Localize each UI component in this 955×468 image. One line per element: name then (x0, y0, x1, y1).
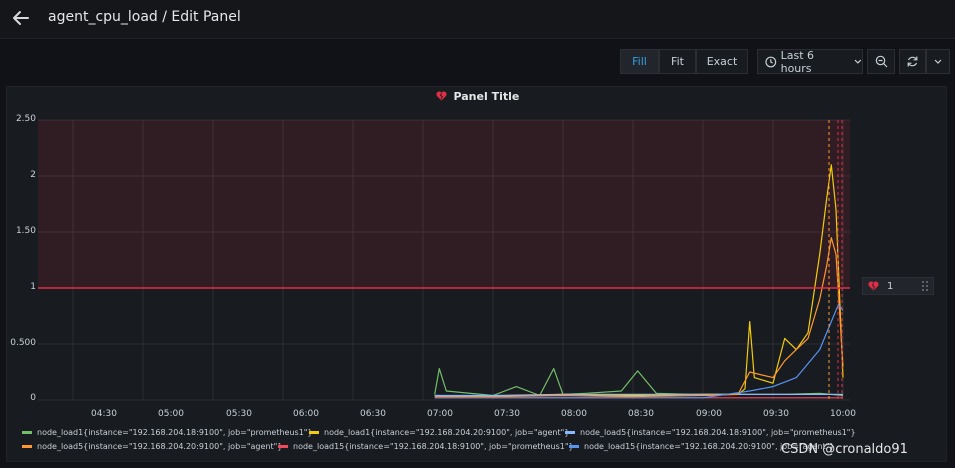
x-tick-label: 07:00 (427, 409, 453, 419)
legend-label: node_load5{instance="192.168.204.18:9100… (580, 428, 856, 437)
zoom-out-button[interactable] (867, 49, 895, 74)
x-tick-label: 09:30 (763, 409, 789, 419)
exact-button[interactable]: Exact (696, 49, 748, 74)
legend-swatch (565, 431, 575, 434)
y-tick-label: 0 (30, 393, 36, 403)
legend-item[interactable]: node_load1{instance="192.168.204.20:9100… (309, 428, 569, 437)
back-arrow-icon[interactable] (11, 8, 31, 28)
time-range-picker[interactable]: Last 6 hours (757, 48, 863, 75)
legend-swatch (278, 445, 288, 448)
refresh-icon (907, 56, 918, 67)
x-tick-label: 05:00 (158, 409, 184, 419)
legend-swatch (569, 445, 579, 448)
drag-handle-icon[interactable] (921, 280, 929, 292)
chevron-down-icon (854, 59, 862, 64)
x-tick-label: 06:00 (293, 409, 319, 419)
x-tick-label: 04:30 (91, 409, 117, 419)
legend-label: node_load5{instance="192.168.204.20:9100… (37, 442, 283, 451)
broken-heart-icon (436, 91, 447, 101)
x-tick-label: 06:30 (360, 409, 386, 419)
x-tick-label: 09:00 (696, 409, 722, 419)
y-tick-label: 2.50 (15, 114, 36, 124)
broken-heart-icon (868, 281, 879, 291)
page-title: agent_cpu_load / Edit Panel (48, 9, 241, 25)
legend-label: node_load1{instance="192.168.204.20:9100… (324, 428, 570, 437)
x-tick-label: 08:30 (628, 409, 654, 419)
zoom-out-icon (875, 55, 887, 68)
watermark: CSDN @cronaldo91 (781, 442, 908, 457)
legend-item[interactable]: node_load1{instance="192.168.204.18:9100… (22, 428, 313, 437)
threshold-handle[interactable]: 1 (862, 277, 934, 295)
legend-item[interactable]: node_load5{instance="192.168.204.20:9100… (22, 442, 282, 451)
clock-icon (765, 56, 777, 67)
x-tick-label: 10:00 (830, 409, 856, 419)
time-range-label: Last 6 hours (780, 48, 815, 75)
fit-button[interactable]: Fit (659, 49, 696, 74)
graph-panel (6, 86, 947, 462)
legend-label: node_load1{instance="192.168.204.18:9100… (37, 428, 313, 437)
legend-swatch (22, 431, 32, 434)
legend-swatch (22, 445, 32, 448)
chevron-down-icon (934, 59, 942, 64)
y-tick-label: 2 (30, 170, 36, 180)
legend-label: node_load15{instance="192.168.204.18:910… (293, 442, 574, 451)
legend-swatch (309, 431, 319, 434)
panel-title-row[interactable]: Panel Title (0, 90, 955, 103)
threshold-value: 1 (887, 280, 894, 292)
x-tick-label: 07:30 (494, 409, 520, 419)
top-bar: agent_cpu_load / Edit Panel (0, 0, 955, 39)
view-mode-group: Fill Fit Exact (620, 49, 748, 74)
legend-item[interactable]: node_load5{instance="192.168.204.18:9100… (565, 428, 856, 437)
x-tick-label: 08:00 (561, 409, 587, 419)
refresh-interval-dropdown[interactable] (926, 49, 950, 74)
fill-button[interactable]: Fill (620, 49, 659, 74)
legend-item[interactable]: node_load15{instance="192.168.204.18:910… (278, 442, 574, 451)
time-controls: Last 6 hours (757, 48, 950, 75)
y-tick-label: 1 (30, 282, 36, 292)
x-tick-label: 05:30 (226, 409, 252, 419)
panel-title: Panel Title (453, 90, 520, 103)
y-tick-label: 0.500 (10, 338, 36, 348)
y-tick-label: 1.50 (15, 226, 36, 236)
refresh-button[interactable] (899, 49, 926, 74)
